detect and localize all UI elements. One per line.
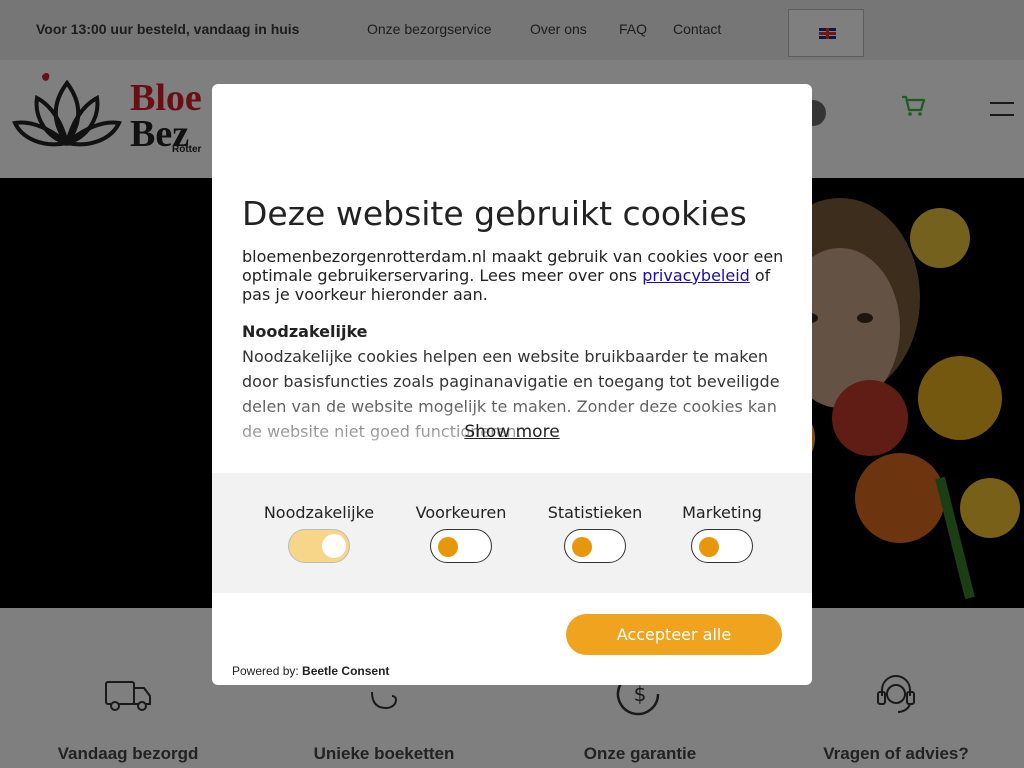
toggle-knob [572, 537, 592, 557]
toggle-knob [322, 534, 346, 558]
cookie-intro-text: bloemenbezorgenrotterdam.nl maakt gebrui… [242, 247, 787, 304]
powered-by: Powered by: Beetle Consent [232, 664, 389, 678]
toggle-group-necessary: Noodzakelijke [259, 503, 379, 563]
toggle-label-preferences: Voorkeuren [415, 503, 507, 522]
toggle-preferences[interactable] [430, 529, 492, 563]
accept-all-button[interactable]: Accepteer alle [566, 614, 782, 655]
show-more-link[interactable]: Show more [212, 422, 812, 442]
toggle-label-necessary: Noodzakelijke [263, 503, 375, 522]
toggle-label-statistics: Statistieken [547, 503, 643, 522]
cookie-consent-modal: Deze website gebruikt cookies bloemenbez… [212, 84, 812, 685]
toggle-label-marketing: Marketing [682, 503, 762, 522]
powered-by-brand[interactable]: Beetle Consent [302, 664, 389, 678]
toggle-marketing[interactable] [691, 529, 753, 563]
toggle-knob [438, 537, 458, 557]
toggle-knob [699, 537, 719, 557]
cookie-modal-title: Deze website gebruikt cookies [242, 194, 747, 233]
cookie-toggles: Noodzakelijke Voorkeuren Statistieken Ma… [212, 473, 812, 593]
toggle-group-preferences: Voorkeuren [401, 503, 521, 563]
powered-by-prefix: Powered by: [232, 664, 299, 678]
toggle-necessary[interactable] [288, 529, 350, 563]
necessary-section-title: Noodzakelijke [242, 322, 368, 341]
privacy-policy-link[interactable]: privacybeleid [642, 266, 750, 285]
toggle-group-marketing: Marketing [662, 503, 782, 563]
toggle-statistics[interactable] [564, 529, 626, 563]
toggle-group-statistics: Statistieken [535, 503, 655, 563]
